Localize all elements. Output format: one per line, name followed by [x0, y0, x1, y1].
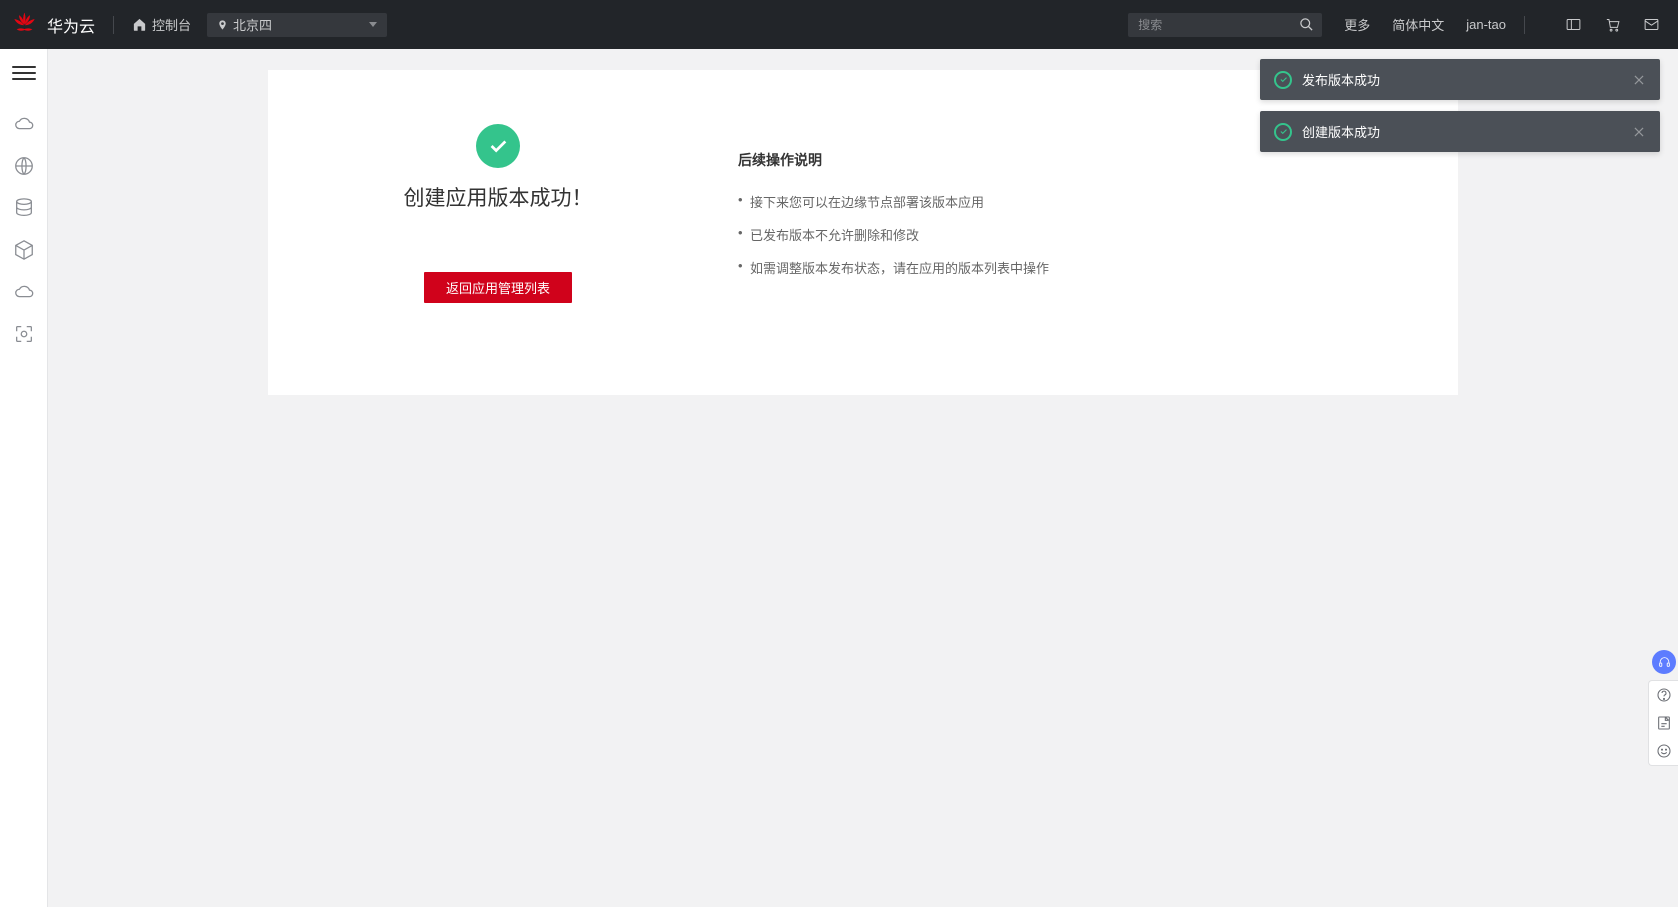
chevron-down-icon [369, 22, 377, 27]
success-check-icon [476, 124, 520, 168]
back-to-list-button[interactable]: 返回应用管理列表 [424, 272, 572, 303]
language-selector[interactable]: 简体中文 [1392, 15, 1444, 34]
sidebar [0, 49, 48, 907]
divider [113, 16, 114, 34]
search-box[interactable] [1128, 13, 1322, 37]
instructions-title: 后续操作说明 [738, 150, 1398, 170]
instructions-col: 后续操作说明 接下来您可以在边缘节点部署该版本应用 已发布版本不允许删除和修改 … [668, 120, 1398, 395]
instruction-item: 已发布版本不允许删除和修改 [738, 225, 1398, 244]
toast-stack: 发布版本成功 创建版本成功 [1260, 59, 1660, 152]
main-area: 创建应用版本成功！ 返回应用管理列表 后续操作说明 接下来您可以在边缘节点部署该… [48, 49, 1678, 907]
check-circle-icon [1274, 123, 1292, 141]
region-selector[interactable]: 北京四 [207, 13, 387, 37]
toast-publish-success: 发布版本成功 [1260, 59, 1660, 100]
brand-name: 华为云 [47, 13, 95, 37]
headset-icon [1658, 656, 1671, 669]
region-label: 北京四 [233, 15, 272, 34]
console-link[interactable]: 控制台 [132, 15, 191, 34]
huawei-logo-icon [12, 12, 37, 37]
smile-icon[interactable] [1656, 743, 1672, 759]
toast-create-success: 创建版本成功 [1260, 111, 1660, 152]
mail-icon[interactable] [1643, 16, 1660, 33]
header-right-group: 更多 简体中文 jan-tao [1128, 13, 1660, 37]
brand-logo[interactable]: 华为云 [12, 12, 95, 37]
success-left-col: 创建应用版本成功！ 返回应用管理列表 [328, 120, 668, 395]
close-icon[interactable] [1632, 73, 1646, 87]
help-icon[interactable] [1656, 687, 1672, 703]
divider [1524, 16, 1525, 34]
instructions-list: 接下来您可以在边缘节点部署该版本应用 已发布版本不允许删除和修改 如需调整版本发… [738, 192, 1398, 277]
help-floatbar [1648, 680, 1678, 766]
menu-toggle[interactable] [12, 61, 36, 85]
check-circle-icon [1274, 71, 1292, 89]
ticket-icon[interactable] [1565, 16, 1582, 33]
location-pin-icon [217, 18, 228, 32]
service-database-icon[interactable] [13, 197, 35, 219]
app-header: 华为云 控制台 北京四 更多 简体中文 jan-tao [0, 0, 1678, 49]
home-icon [132, 17, 147, 32]
support-button[interactable] [1652, 650, 1676, 674]
service-globe-icon[interactable] [13, 155, 35, 177]
instruction-item: 如需调整版本发布状态，请在应用的版本列表中操作 [738, 258, 1398, 277]
instruction-item: 接下来您可以在边缘节点部署该版本应用 [738, 192, 1398, 211]
close-icon[interactable] [1632, 125, 1646, 139]
success-title: 创建应用版本成功！ [404, 182, 593, 212]
service-target-icon[interactable] [13, 323, 35, 345]
feedback-icon[interactable] [1656, 715, 1672, 731]
username[interactable]: jan-tao [1466, 17, 1506, 32]
toast-text: 创建版本成功 [1302, 122, 1380, 141]
service-cloud-icon[interactable] [13, 113, 35, 135]
service-cloud2-icon[interactable] [13, 281, 35, 303]
cart-icon[interactable] [1604, 16, 1621, 33]
toast-text: 发布版本成功 [1302, 70, 1380, 89]
console-label: 控制台 [152, 15, 191, 34]
search-icon[interactable] [1299, 17, 1314, 32]
more-link[interactable]: 更多 [1344, 15, 1370, 34]
search-input[interactable] [1138, 18, 1299, 32]
service-box-icon[interactable] [13, 239, 35, 261]
